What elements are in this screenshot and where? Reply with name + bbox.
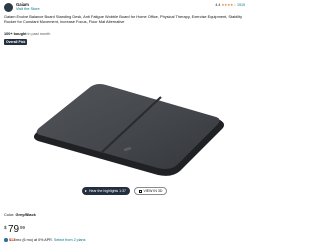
price-whole: 79 [8, 224, 20, 235]
store-row: Gaiam Visit the Store 4.4 ★★★★☆ 1915 [4, 2, 245, 14]
color-label: Color: [4, 212, 16, 217]
bought-count: 100+ bought in past month [4, 32, 50, 36]
overall-pick-badge: Overall Pick [4, 39, 28, 45]
balance-board-image [33, 84, 225, 176]
rating-value: 4.4 [215, 3, 221, 7]
color-selection: Color: Grey/Black [4, 212, 36, 217]
product-title: Gaiam Evolve Balance Board Standing Desk… [4, 14, 243, 24]
store-logo[interactable] [4, 3, 13, 12]
financing-terms: /mo (6 mo) at 0% APR. [15, 238, 54, 242]
rating-count[interactable]: 1915 [237, 3, 245, 7]
hear-highlights-button[interactable]: Hear the highlights 1:37 [82, 187, 130, 195]
bought-count-bold: 100+ bought [4, 32, 27, 36]
financing-offer: $13/mo (6 mo) at 0% APR. Select from 2 p… [4, 238, 85, 242]
select-plans-link[interactable]: Select from 2 plans [54, 238, 86, 242]
star-rating-icon: ★★★★☆ [221, 3, 236, 7]
price-symbol: $ [4, 225, 7, 230]
play-icon [85, 190, 87, 193]
card-icon [4, 238, 8, 242]
price-fraction: 99 [20, 225, 26, 230]
visit-store-link[interactable]: Visit the Store [16, 7, 40, 11]
cube-icon [139, 189, 142, 193]
color-value: Grey/Black [15, 212, 36, 217]
view-in-3d-button[interactable]: VIEW IN 3D [134, 187, 168, 195]
rating-summary[interactable]: 4.4 ★★★★☆ 1915 [215, 3, 245, 7]
bought-count-rest: in past month [26, 32, 51, 36]
product-image[interactable] [0, 47, 249, 187]
hear-highlights-label: Hear the highlights 1:37 [89, 189, 126, 193]
view-in-3d-label: VIEW IN 3D [143, 189, 163, 193]
